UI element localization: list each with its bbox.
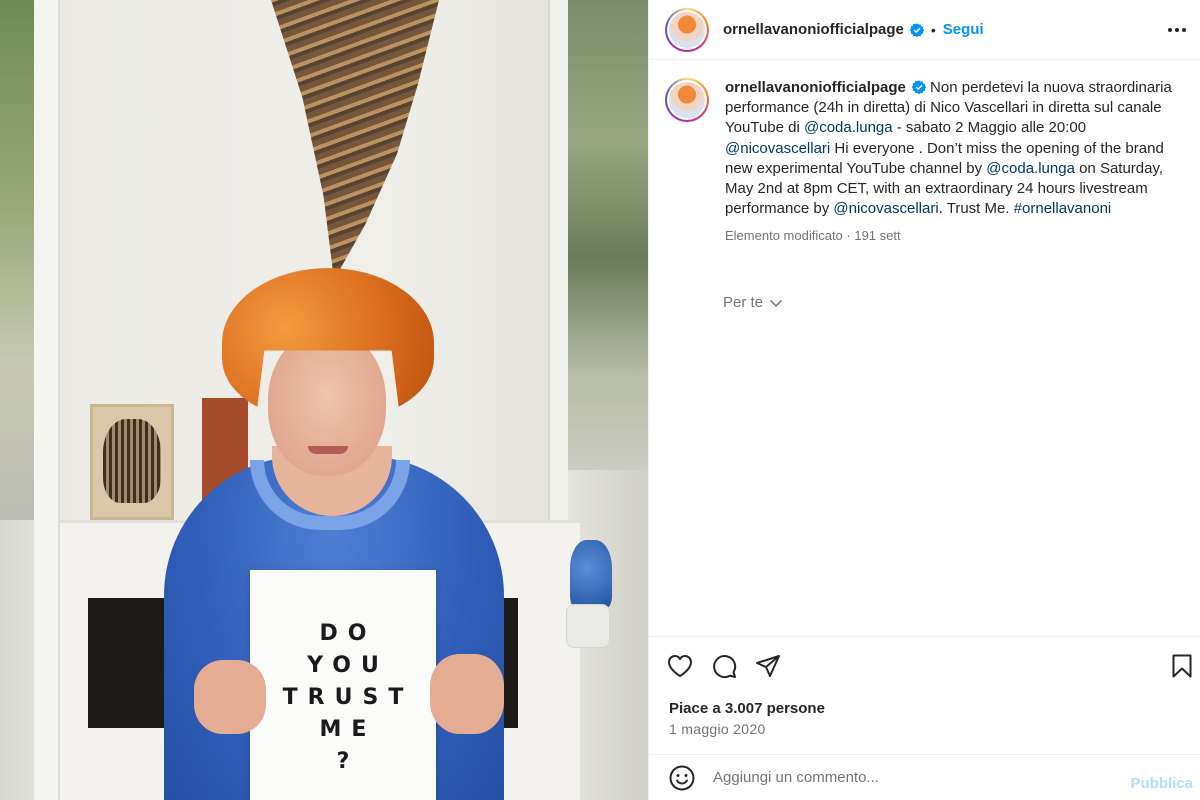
chevron-down-icon: [770, 299, 783, 307]
header-username[interactable]: ornellavanoniofficialpage: [723, 21, 904, 38]
caption-text: ornellavanoniofficialpage Non perdetevi …: [725, 78, 1181, 219]
photo-window-right: [568, 0, 648, 470]
actions-section: [649, 636, 1200, 679]
photo-hand-right: [430, 654, 504, 734]
photo-jar: [566, 604, 610, 648]
sign-text-line: ME: [319, 717, 377, 742]
post-panel: ornellavanoniofficialpage • Segui ornell…: [648, 0, 1200, 800]
photo-person-mouth: [308, 446, 348, 454]
post-photo[interactable]: DO YOU TRUST ME?: [0, 0, 648, 800]
heart-icon[interactable]: [667, 653, 693, 679]
bookmark-icon[interactable]: [1169, 653, 1195, 679]
publish-button[interactable]: Pubblica: [1130, 775, 1193, 792]
post-caption: ornellavanoniofficialpage Non perdetevi …: [665, 78, 1185, 243]
caption-body: ornellavanoniofficialpage Non perdetevi …: [725, 78, 1181, 243]
photo-artwork: [90, 404, 174, 520]
caption-meta: Elemento modificato · 191 sett: [725, 228, 901, 244]
header-separator: •: [930, 21, 936, 38]
photo-hand-left: [194, 660, 266, 734]
verified-badge-icon: [909, 22, 924, 37]
sign-text-line: ?: [336, 749, 360, 774]
caption-avatar[interactable]: [665, 78, 709, 122]
photo-blue-vase: [570, 540, 612, 610]
caption-username[interactable]: ornellavanoniofficialpage: [725, 79, 906, 96]
caption-mention-link[interactable]: @nicovascellari: [833, 200, 938, 217]
header-avatar[interactable]: [665, 7, 709, 52]
action-bar: [667, 653, 781, 679]
sign-text-line: TRUST: [282, 685, 414, 710]
comment-input[interactable]: [713, 769, 1093, 786]
emoji-icon[interactable]: [669, 765, 695, 791]
post-header: ornellavanoniofficialpage • Segui: [649, 0, 1200, 60]
caption-mention-link[interactable]: #ornellavanoni: [1014, 200, 1112, 217]
post-date[interactable]: 1 maggio 2020: [669, 721, 766, 737]
comment-bar: Pubblica: [649, 754, 1200, 800]
caption-text-segment: - sabato 2 Maggio alle 20:00: [892, 119, 1087, 137]
follow-button[interactable]: Segui: [943, 21, 984, 38]
caption-mention-link[interactable]: @coda.lunga: [986, 160, 1075, 177]
caption-mention-link[interactable]: @coda.lunga: [804, 119, 893, 136]
avatar-image: [669, 11, 705, 48]
caption-mention-link[interactable]: @nicovascellari: [725, 140, 830, 157]
photo-person-face: [268, 330, 386, 476]
avatar-image: [669, 82, 705, 118]
photo-window-frame-left: [34, 0, 60, 800]
photo-sign: DO YOU TRUST ME?: [250, 570, 436, 800]
more-horizontal-icon[interactable]: [1165, 18, 1189, 42]
for-you-dropdown[interactable]: Per te: [723, 294, 783, 311]
photo-window-left: [0, 0, 34, 520]
sign-text-line: YOU: [307, 653, 389, 678]
likes-count[interactable]: Piace a 3.007 persone: [669, 700, 825, 717]
share-icon[interactable]: [755, 653, 781, 679]
sign-text-line: DO: [319, 621, 377, 646]
comment-icon[interactable]: [711, 653, 737, 679]
caption-text-segment: . Trust Me.: [938, 200, 1014, 218]
verified-badge-icon: [911, 80, 926, 94]
for-you-label: Per te: [723, 294, 764, 311]
